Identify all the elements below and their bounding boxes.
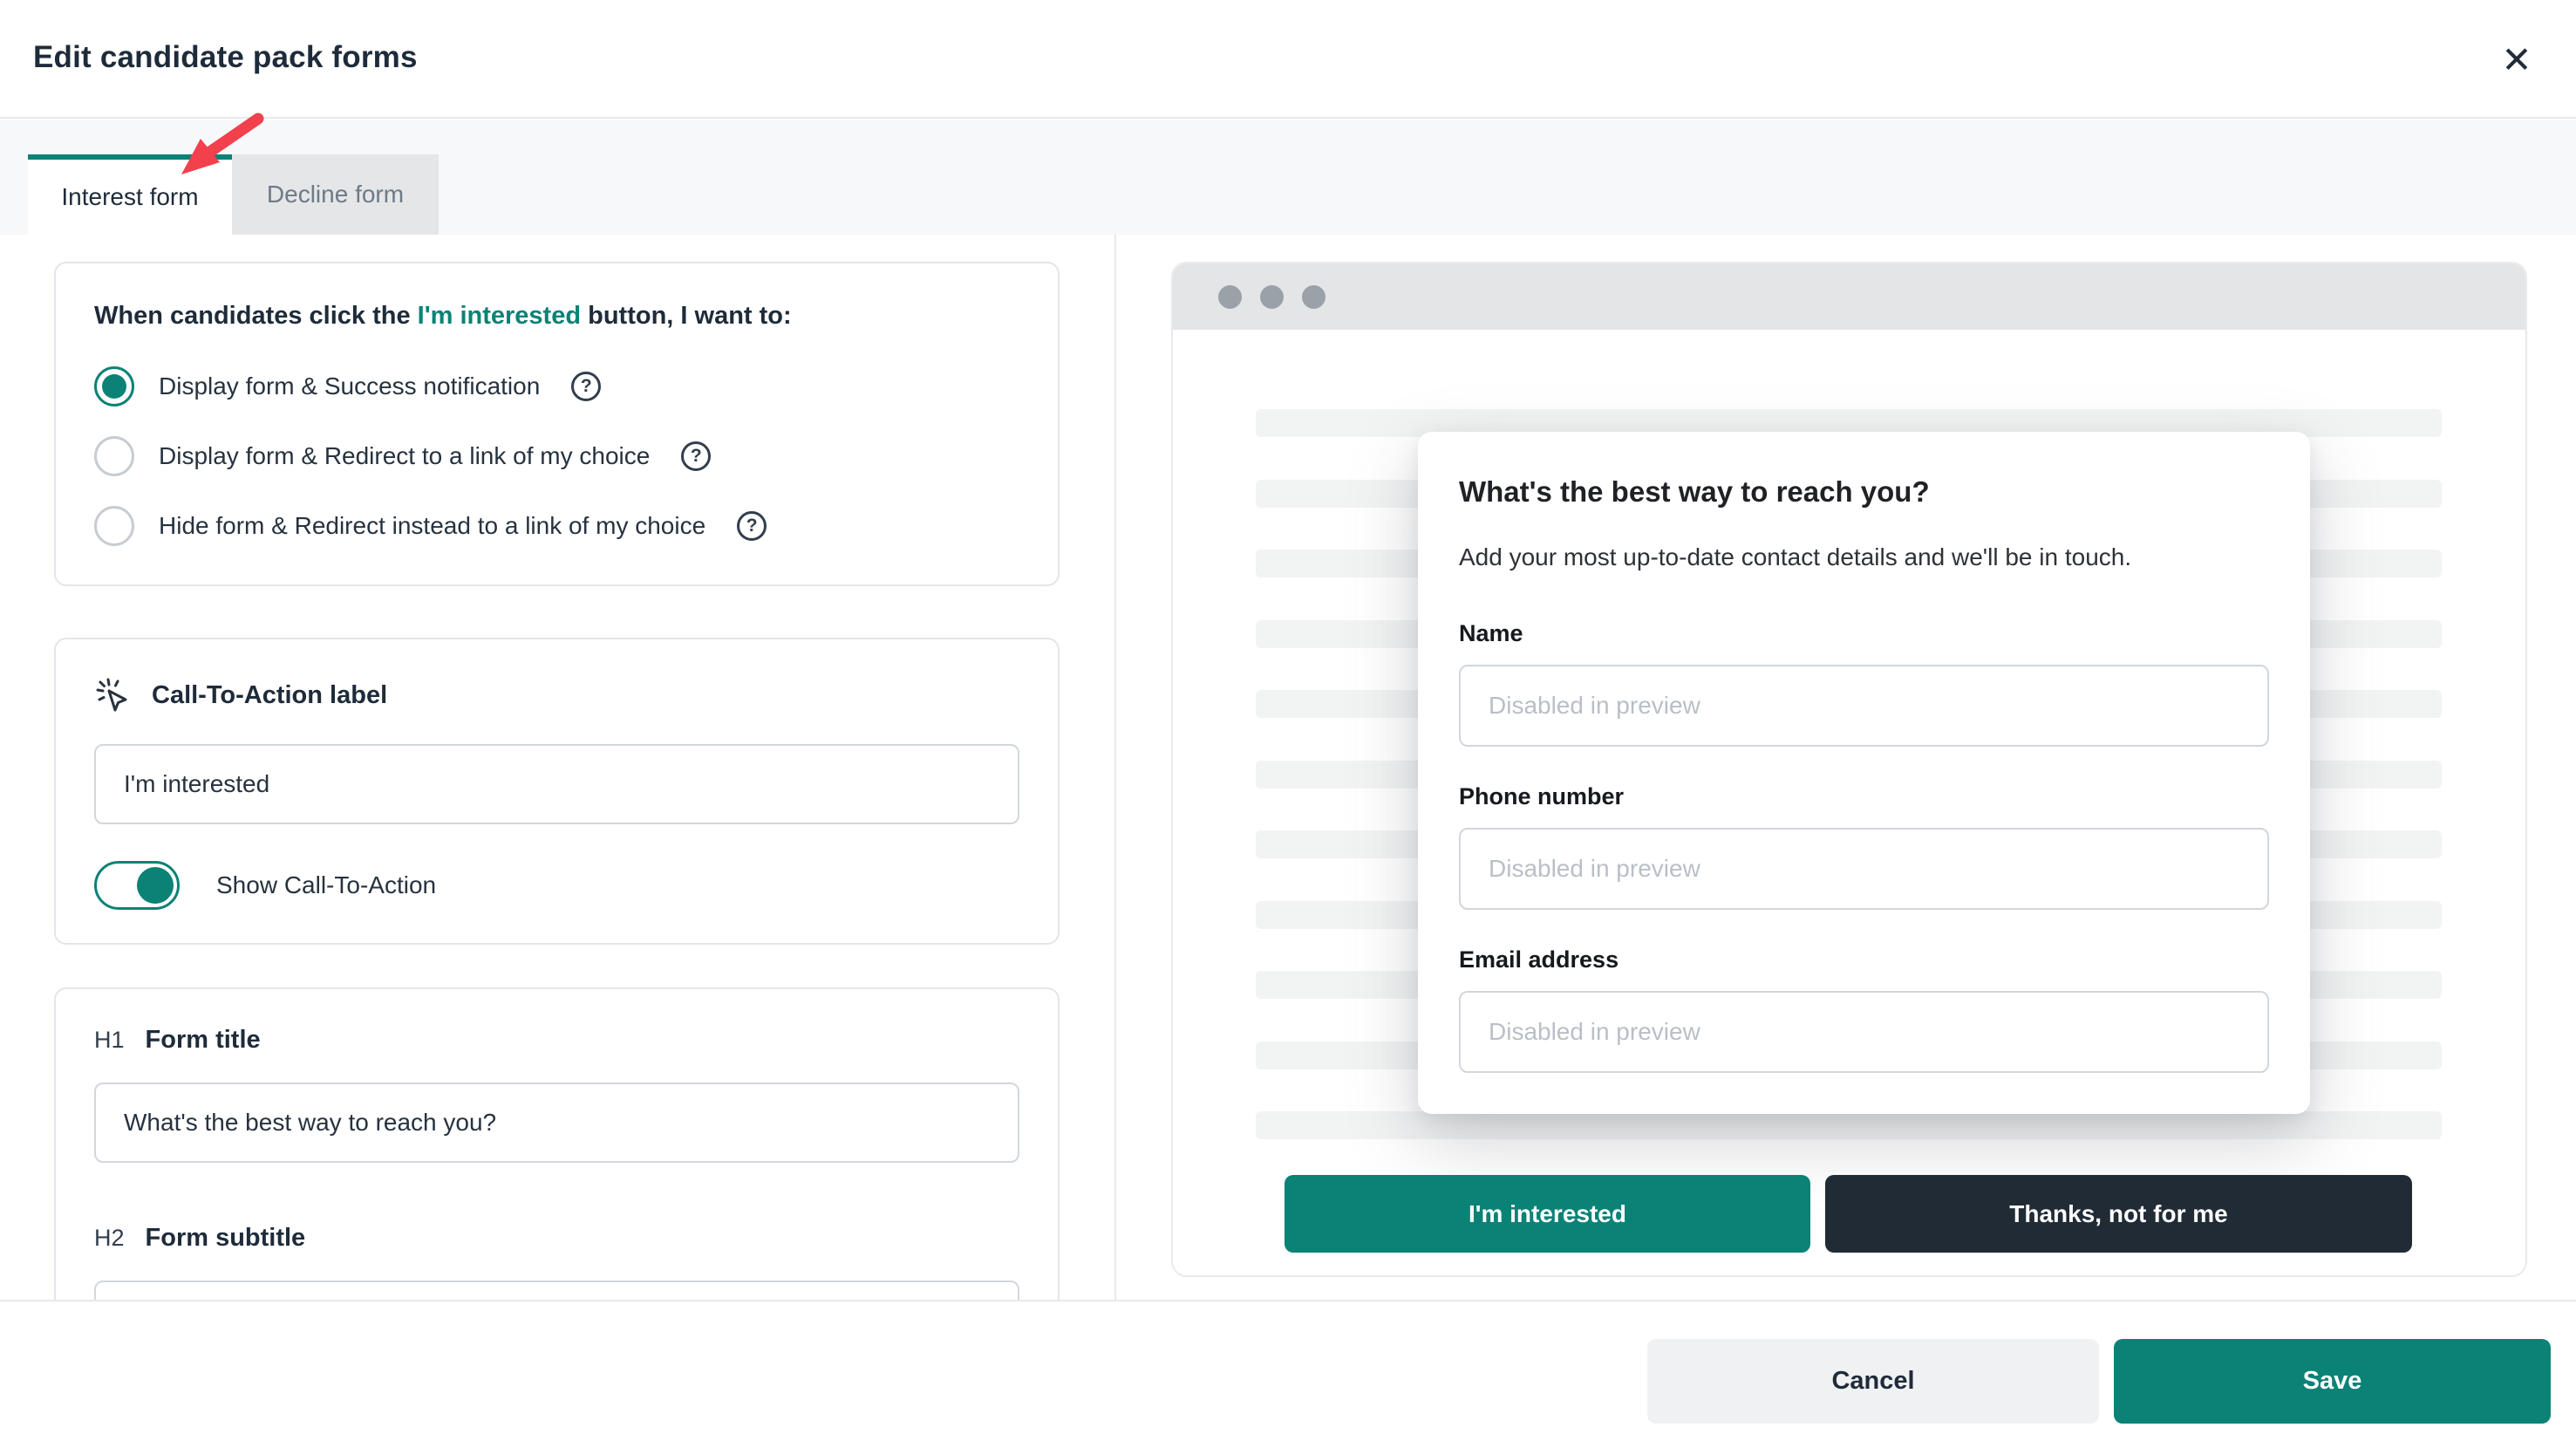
preview-interested-button: I'm interested: [1285, 1175, 1810, 1253]
preview-decline-button: Thanks, not for me: [1825, 1175, 2412, 1253]
save-button[interactable]: Save: [2114, 1339, 2551, 1424]
preview-form-subtitle: Add your most up-to-date contact details…: [1459, 543, 2269, 571]
show-cta-toggle-label: Show Call-To-Action: [216, 871, 436, 899]
tab-decline-form[interactable]: Decline form: [232, 154, 439, 235]
preview-name-input: [1459, 665, 2269, 747]
click-behavior-options: Display form & Success notification ? Di…: [94, 366, 1019, 546]
show-cta-toggle[interactable]: [94, 861, 180, 910]
radio-option-label: Hide form & Redirect instead to a link o…: [159, 512, 705, 540]
radio-option-success-notification[interactable]: Display form & Success notification ?: [94, 366, 1019, 406]
tab-strip: Interest form Decline form: [0, 120, 2576, 235]
preview-phone-label: Phone number: [1459, 783, 2269, 810]
browser-dot-icon: [1260, 285, 1284, 309]
cancel-button[interactable]: Cancel: [1647, 1339, 2099, 1424]
h2-tag: H2: [94, 1225, 125, 1252]
settings-column: When candidates click the I'm interested…: [54, 262, 1060, 1300]
h1-tag: H1: [94, 1027, 125, 1054]
close-icon[interactable]: ✕: [2491, 33, 2543, 85]
modal-header: Edit candidate pack forms ✕: [0, 0, 2576, 119]
form-title-label: Form title: [146, 1026, 261, 1055]
footer-divider: [0, 1300, 2576, 1301]
page-title: Edit candidate pack forms: [33, 40, 418, 75]
form-preview-panel: What's the best way to reach you? Add yo…: [1171, 262, 2527, 1277]
cta-heading: Call-To-Action label: [152, 680, 387, 711]
browser-dot-icon: [1218, 285, 1242, 309]
form-subtitle-input[interactable]: [94, 1281, 1019, 1300]
radio-option-label: Display form & Success notification: [159, 372, 540, 400]
preview-email-label: Email address: [1459, 946, 2269, 973]
skeleton-row: [1256, 1111, 2442, 1139]
preview-form-modal: What's the best way to reach you? Add yo…: [1418, 432, 2310, 1114]
help-icon[interactable]: ?: [571, 372, 601, 401]
toggle-knob: [137, 867, 174, 904]
preview-page-body: What's the best way to reach you? Add yo…: [1173, 330, 2525, 1275]
cta-card: Call-To-Action label Show Call-To-Action: [54, 638, 1060, 945]
click-behavior-card: When candidates click the I'm interested…: [54, 262, 1060, 586]
radio-option-hide-redirect[interactable]: Hide form & Redirect instead to a link o…: [94, 506, 1019, 546]
tab-interest-form[interactable]: Interest form: [28, 154, 232, 235]
help-icon[interactable]: ?: [681, 441, 711, 471]
radio-selected-icon[interactable]: [94, 366, 134, 406]
heading-highlight: I'm interested: [418, 302, 581, 330]
cursor-click-icon: [94, 676, 133, 714]
form-title-card: H1 Form title H2 Form subtitle: [54, 987, 1060, 1300]
radio-option-redirect[interactable]: Display form & Redirect to a link of my …: [94, 436, 1019, 476]
click-behavior-heading: When candidates click the I'm interested…: [94, 300, 1019, 331]
preview-phone-input: [1459, 828, 2269, 910]
help-icon[interactable]: ?: [737, 511, 767, 541]
browser-chrome-bar: [1173, 263, 2525, 330]
browser-dot-icon: [1302, 285, 1325, 309]
radio-option-label: Display form & Redirect to a link of my …: [159, 442, 650, 470]
edit-candidate-pack-forms-modal: Edit candidate pack forms ✕ Interest for…: [0, 0, 2576, 1448]
radio-unselected-icon[interactable]: [94, 436, 134, 476]
panel-divider: [1114, 235, 1116, 1300]
preview-form-title: What's the best way to reach you?: [1459, 475, 2269, 509]
cta-label-input[interactable]: [94, 744, 1019, 824]
form-title-input[interactable]: [94, 1083, 1019, 1163]
preview-name-label: Name: [1459, 620, 2269, 647]
form-subtitle-label: Form subtitle: [146, 1224, 306, 1253]
radio-unselected-icon[interactable]: [94, 506, 134, 546]
preview-email-input: [1459, 991, 2269, 1073]
